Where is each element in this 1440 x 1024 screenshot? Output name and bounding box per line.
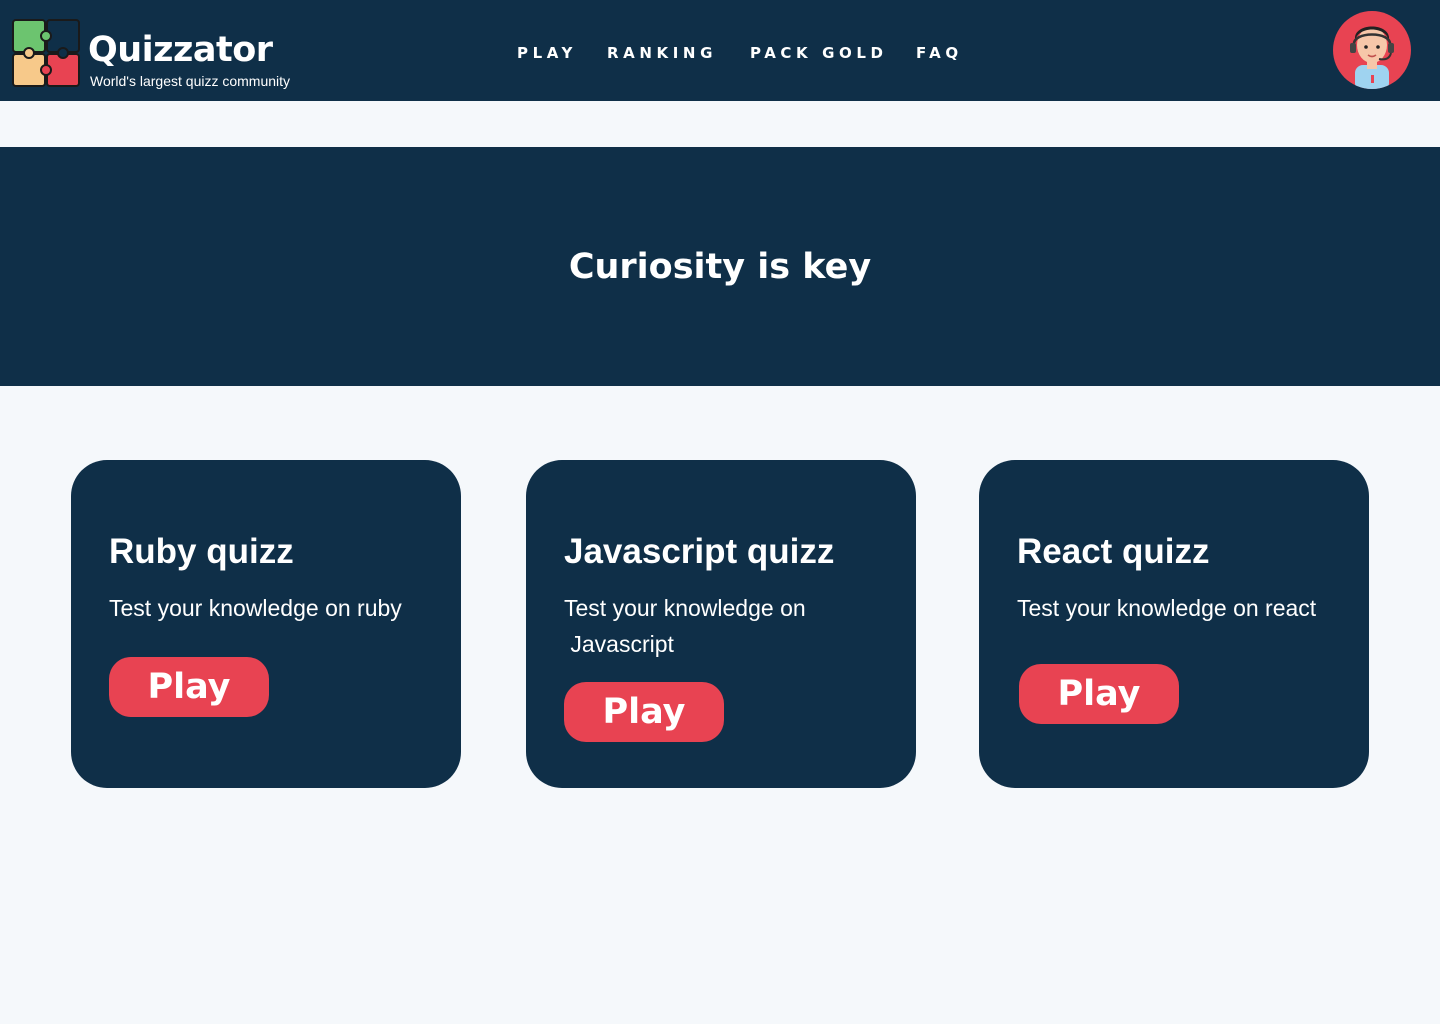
user-avatar[interactable] <box>1333 11 1411 89</box>
quiz-card-ruby: Ruby quizz Test your knowledge on ruby P… <box>71 460 461 788</box>
play-button-ruby[interactable]: Play <box>109 657 269 717</box>
quiz-card-description: Test your knowledge on ruby <box>109 595 402 621</box>
nav-pack-gold[interactable]: PACK GOLD <box>750 43 888 63</box>
nav-ranking[interactable]: RANKING <box>607 43 717 63</box>
hero-title: Curiosity is key <box>568 247 872 287</box>
quiz-card-description: Test your knowledge on Javascript <box>564 595 806 657</box>
brand-name[interactable]: Quizzator <box>88 28 273 72</box>
support-agent-avatar-icon <box>1350 26 1394 89</box>
quiz-card-title: Javascript quizz <box>564 532 835 571</box>
hero-banner: Curiosity is key <box>0 147 1440 386</box>
quiz-card-javascript: Javascript quizz Test your knowledge on … <box>526 460 916 788</box>
brand-tagline: World's largest quizz community <box>90 73 291 89</box>
quiz-card-title: React quizz <box>1017 532 1210 571</box>
quiz-card-description: Test your knowledge on react <box>1017 595 1317 621</box>
nav-faq[interactable]: FAQ <box>916 43 963 63</box>
play-button-react[interactable]: Play <box>1019 664 1179 724</box>
quiz-card-title: Ruby quizz <box>109 532 294 571</box>
quiz-card-react: React quizz Test your knowledge on react… <box>979 460 1369 788</box>
nav-play[interactable]: PLAY <box>517 43 577 63</box>
puzzle-pieces-icon[interactable] <box>11 18 81 88</box>
play-button-javascript[interactable]: Play <box>564 682 724 742</box>
site-header: Quizzator World's largest quizz communit… <box>0 0 1440 101</box>
